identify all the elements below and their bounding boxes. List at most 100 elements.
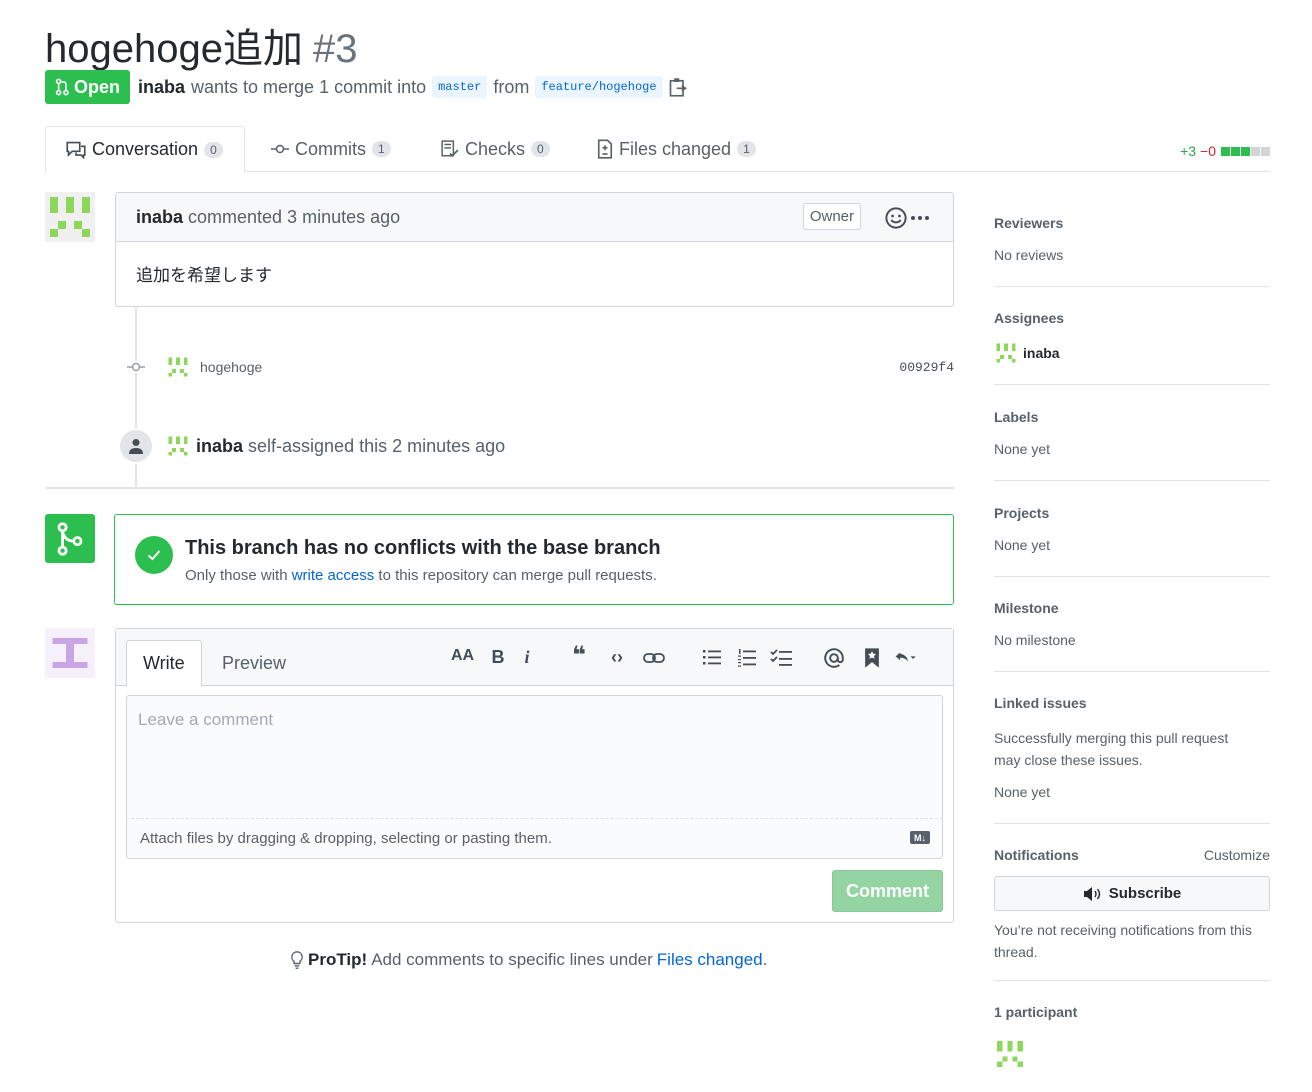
protip-end: . bbox=[762, 950, 768, 969]
tab-label: Files changed bbox=[619, 138, 732, 159]
clipboard-icon[interactable] bbox=[669, 77, 687, 97]
smiley-icon[interactable] bbox=[885, 207, 907, 229]
markdown-icon[interactable]: M↓ bbox=[910, 831, 930, 844]
labels-value: None yet bbox=[994, 441, 1051, 457]
merge-sub-before: Only those with bbox=[185, 567, 288, 584]
timeline-divider bbox=[45, 487, 954, 489]
linked-issues-heading[interactable]: Linked issues bbox=[994, 695, 1270, 711]
merge-sub-after: to this repository can merge pull reques… bbox=[378, 567, 657, 584]
pr-number: #3 bbox=[312, 27, 358, 71]
participants-heading: 1 participant bbox=[994, 1004, 1078, 1020]
bold-button[interactable]: B bbox=[487, 647, 509, 668]
milestone-value: No milestone bbox=[994, 632, 1076, 648]
sidebar-divider bbox=[994, 671, 1270, 672]
tab-preview[interactable]: Preview bbox=[206, 640, 302, 686]
comment-author[interactable]: inaba bbox=[136, 207, 183, 228]
comment-discussion-icon bbox=[66, 141, 86, 159]
comment-button[interactable]: Comment bbox=[832, 870, 943, 912]
diff-additions: +3 bbox=[1180, 143, 1197, 159]
pr-title-text: hogehoge追加 bbox=[45, 27, 303, 71]
event-actor[interactable]: inaba bbox=[196, 436, 243, 457]
unmute-icon bbox=[1083, 886, 1100, 901]
commit-icon bbox=[127, 361, 145, 373]
checklist-icon bbox=[441, 140, 459, 158]
bookmark-icon[interactable] bbox=[861, 647, 883, 669]
tab-conversation[interactable]: Conversation 0 bbox=[45, 126, 245, 173]
assignee-item[interactable]: inaba bbox=[994, 341, 1270, 365]
protip-label: ProTip! bbox=[308, 950, 368, 969]
merge-status-subtitle: Only those with write access to this rep… bbox=[185, 567, 657, 584]
write-access-link[interactable]: write access bbox=[292, 567, 375, 584]
avatar bbox=[996, 343, 1016, 363]
attach-files-text: Attach files by dragging & dropping, sel… bbox=[140, 830, 552, 847]
merge-status-title: This branch has no conflicts with the ba… bbox=[185, 537, 661, 559]
customize-link[interactable]: Customize bbox=[1204, 847, 1270, 863]
merge-status-box: This branch has no conflicts with the ba… bbox=[114, 514, 954, 605]
event-text: self-assigned this 2 minutes ago bbox=[248, 435, 506, 456]
milestone-heading[interactable]: Milestone bbox=[994, 600, 1270, 616]
tab-counter: 0 bbox=[531, 141, 550, 157]
subscribe-button[interactable]: Subscribe bbox=[994, 876, 1270, 911]
comment-body: 追加を希望します bbox=[115, 241, 954, 307]
avatar[interactable] bbox=[166, 434, 190, 458]
tab-write[interactable]: Write bbox=[126, 640, 202, 687]
pr-tabs: Conversation 0 Commits 1 Checks 0 Files … bbox=[45, 126, 1270, 173]
mention-icon[interactable] bbox=[823, 647, 845, 669]
protip: ProTip! Add comments to specific lines u… bbox=[290, 950, 767, 970]
diffstat: +3 −0 bbox=[1180, 143, 1270, 159]
ordered-list-icon[interactable] bbox=[736, 649, 758, 667]
labels-heading[interactable]: Labels bbox=[994, 409, 1270, 425]
sidebar-divider bbox=[994, 480, 1270, 481]
kebab-horizontal-icon[interactable] bbox=[911, 216, 929, 220]
avatar[interactable] bbox=[166, 355, 190, 379]
link-icon[interactable] bbox=[643, 651, 665, 665]
sidebar-divider bbox=[994, 384, 1270, 385]
comment-action[interactable]: commented 3 minutes ago bbox=[188, 207, 400, 228]
sidebar-divider bbox=[994, 823, 1270, 824]
reviewers-heading[interactable]: Reviewers bbox=[994, 215, 1270, 231]
task-list-icon[interactable] bbox=[770, 649, 792, 666]
diff-deletions: −0 bbox=[1200, 143, 1216, 159]
sidebar-divider bbox=[994, 576, 1270, 577]
base-branch[interactable]: master bbox=[432, 76, 488, 98]
pr-meta: inaba wants to merge 1 commit into maste… bbox=[138, 76, 687, 98]
timeline-event: inaba self-assigned this 2 minutes ago bbox=[118, 428, 954, 464]
pull-request-icon bbox=[55, 78, 69, 96]
projects-value: None yet bbox=[994, 537, 1051, 553]
reply-icon[interactable] bbox=[895, 648, 917, 666]
owner-label: Owner bbox=[802, 203, 861, 230]
comment-textarea[interactable]: Leave a comment bbox=[126, 695, 943, 819]
participant-avatar[interactable] bbox=[994, 1038, 1026, 1073]
attach-files-bar[interactable]: Attach files by dragging & dropping, sel… bbox=[126, 819, 943, 859]
reviewers-value: No reviews bbox=[994, 247, 1064, 263]
comment-header: inaba commented 3 minutes ago Owner bbox=[115, 192, 954, 242]
unordered-list-icon[interactable] bbox=[701, 649, 723, 665]
sidebar-divider bbox=[994, 980, 1270, 981]
commit-sha[interactable]: 00929f4 bbox=[899, 360, 954, 375]
diffstat-blocks bbox=[1220, 143, 1270, 159]
quote-button[interactable]: ❝ bbox=[568, 641, 590, 670]
notifications-desc: You’re not receiving notifications from … bbox=[994, 922, 1252, 960]
tab-counter: 1 bbox=[372, 141, 391, 157]
head-branch[interactable]: feature/hogehoge bbox=[535, 76, 663, 98]
from-text: from bbox=[493, 76, 530, 97]
current-user-avatar[interactable] bbox=[45, 628, 95, 678]
composer-toolbar: Write Preview AA B i ❝ ‹› bbox=[116, 629, 953, 687]
person-icon bbox=[118, 428, 154, 464]
tab-commits[interactable]: Commits 1 bbox=[251, 126, 411, 172]
files-changed-link[interactable]: Files changed bbox=[657, 950, 763, 970]
tab-checks[interactable]: Checks 0 bbox=[421, 126, 570, 172]
commit-message[interactable]: hogehoge bbox=[200, 359, 262, 375]
merge-text: wants to merge 1 commit into bbox=[191, 76, 427, 97]
commit-icon bbox=[271, 144, 289, 154]
assignees-heading[interactable]: Assignees bbox=[994, 310, 1270, 326]
tab-files-changed[interactable]: Files changed 1 bbox=[577, 126, 776, 172]
file-diff-icon bbox=[597, 139, 613, 159]
pr-author[interactable]: inaba bbox=[138, 77, 185, 98]
projects-heading[interactable]: Projects bbox=[994, 505, 1270, 521]
code-button[interactable]: ‹› bbox=[606, 647, 628, 668]
avatar[interactable] bbox=[45, 192, 95, 242]
sidebar-divider bbox=[994, 286, 1270, 287]
header-text-button[interactable]: AA bbox=[451, 647, 474, 665]
italic-button[interactable]: i bbox=[516, 647, 538, 668]
